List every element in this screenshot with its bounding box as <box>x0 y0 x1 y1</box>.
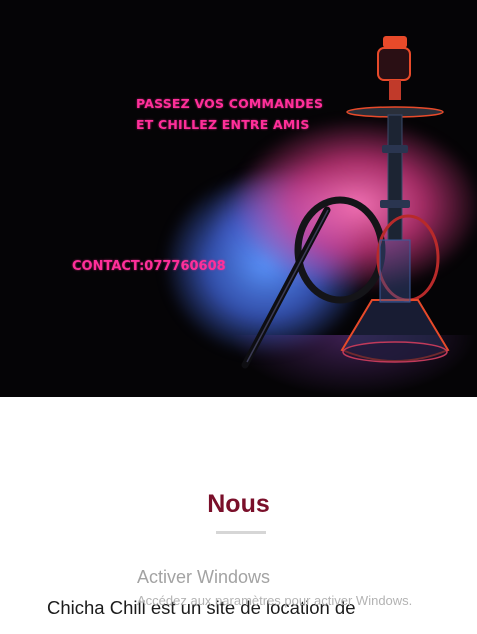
section-title: Nous <box>207 490 270 518</box>
hookah-image <box>241 36 450 369</box>
hookah-stem-ring <box>380 200 410 208</box>
hookah-stem-ring <box>382 145 408 153</box>
windows-activation-title: Activer Windows <box>137 567 271 587</box>
contact-phone: CONTACT:077760608 <box>72 259 226 274</box>
hookah-bowl <box>383 36 407 48</box>
hookah-head <box>377 47 411 81</box>
title-divider <box>216 531 266 534</box>
hookah-stem-top <box>389 80 401 100</box>
hookah-vase-base <box>342 341 448 363</box>
hookah-hose-loop <box>294 196 386 304</box>
hookah-mouthpiece-highlight <box>246 209 329 363</box>
promo-headline-line-2: ET CHILLEZ ENTRE AMIS <box>136 117 310 132</box>
page: PASSEZ VOS COMMANDES ET CHILLEZ ENTRE AM… <box>0 0 477 634</box>
hero-banner: PASSEZ VOS COMMANDES ET CHILLEZ ENTRE AM… <box>0 0 477 397</box>
hookah-vase-neck <box>379 239 411 303</box>
windows-activation-subtitle: Accédez aux paramètres pour activer Wind… <box>137 593 413 608</box>
promo-headline-line-1: PASSEZ VOS COMMANDES <box>136 96 324 111</box>
